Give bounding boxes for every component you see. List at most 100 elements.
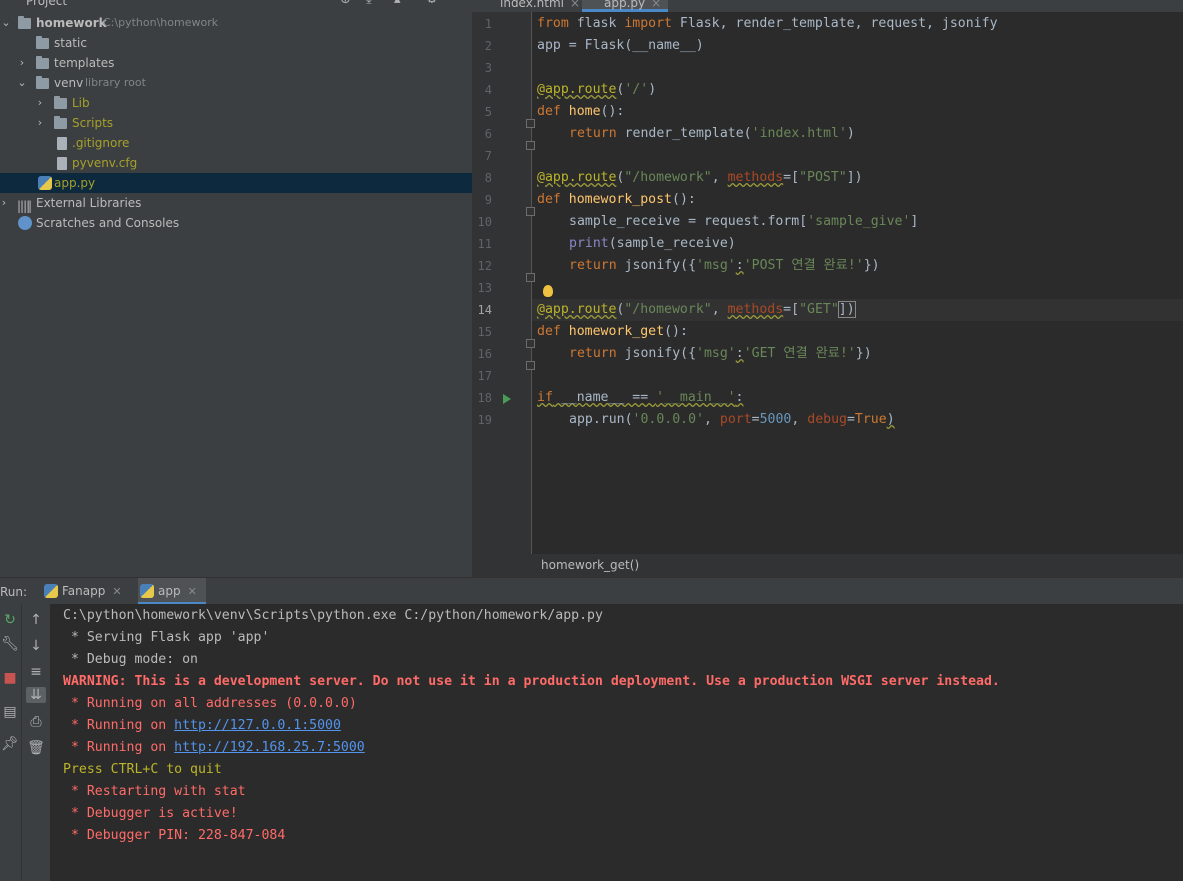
rerun-icon[interactable]: ↻: [0, 612, 20, 628]
tree-item-app-py[interactable]: app.py: [0, 173, 472, 193]
line-number: 18: [477, 391, 492, 405]
code-line-19: app.run('0.0.0.0', port=5000, debug=True…: [569, 409, 895, 431]
line-number: 10: [477, 215, 492, 229]
close-icon[interactable]: ×: [570, 0, 580, 10]
tree-item-external-libraries[interactable]: › |||‖ External Libraries: [0, 193, 472, 213]
scroll-to-end-icon[interactable]: ⇊: [26, 687, 46, 703]
library-root-hint: library root: [85, 76, 146, 89]
token: homework_get: [568, 324, 665, 339]
arrow-down-icon[interactable]: ↓: [26, 638, 46, 654]
tree-item-lib[interactable]: › Lib: [0, 93, 472, 113]
trash-icon[interactable]: 🗑︎: [26, 740, 46, 756]
code-line-4: @app.route('/'): [537, 79, 656, 101]
fold-icon[interactable]: [526, 273, 535, 282]
tab-index-html[interactable]: index.html ×: [478, 0, 580, 12]
code-editor[interactable]: 1 2 3 4 5 6 7 8 9 10 11 12 13 14 15 16 1…: [472, 12, 1183, 554]
tree-item-pyvenv[interactable]: pyvenv.cfg: [0, 153, 472, 173]
code-line-8: @app.route("/homework", methods=["POST"]…: [537, 167, 863, 189]
fold-icon[interactable]: [526, 339, 535, 348]
line-number: 13: [477, 281, 492, 295]
console-link-localhost[interactable]: http://127.0.0.1:5000: [174, 718, 341, 733]
tab-label: Fanapp: [62, 584, 106, 598]
layout-icon[interactable]: ▤: [0, 704, 20, 720]
tree-item-homework[interactable]: ⌄ homework C:\python\homework: [0, 13, 472, 33]
tab-app-py[interactable]: app.py ×: [582, 0, 668, 12]
chevron-up-icon[interactable]: ▴: [394, 0, 401, 7]
close-icon[interactable]: ×: [651, 0, 661, 10]
lightbulb-icon[interactable]: [543, 285, 553, 297]
token: @app.route: [537, 302, 617, 317]
chevron-down-icon[interactable]: ⌄: [0, 13, 12, 33]
code-line-2: app = Flask(__name__): [537, 38, 704, 53]
token: @app.route: [537, 82, 617, 97]
token: =: [751, 412, 760, 427]
editor-breadcrumb: homework_get(): [472, 554, 1183, 577]
python-file-icon: [38, 176, 52, 190]
close-icon[interactable]: ✕: [188, 585, 197, 598]
arrow-up-icon[interactable]: ↑: [26, 612, 46, 628]
tree-item-gitignore[interactable]: .gitignore: [0, 133, 472, 153]
chevron-right-icon[interactable]: ›: [34, 93, 46, 113]
tree-item-templates[interactable]: › templates: [0, 53, 472, 73]
token: jsonify({: [616, 346, 697, 361]
token: '0.0.0.0': [632, 412, 704, 427]
soft-wrap-icon[interactable]: ≡: [26, 664, 46, 680]
wrench-icon[interactable]: 🔧︎: [0, 636, 20, 652]
token: def: [537, 324, 561, 339]
fold-icon[interactable]: [526, 361, 535, 370]
console-line: Press CTRL+C to quit: [63, 762, 222, 777]
tree-item-venv[interactable]: ⌄ venv library root: [0, 73, 472, 93]
token: def: [537, 104, 561, 119]
stop-icon[interactable]: ■: [0, 670, 20, 686]
console-text: * Running on: [63, 740, 175, 755]
code-line-18: if __name__ == '__main__':: [537, 387, 743, 409]
code-line-10: sample_receive = request.form['sample_gi…: [569, 211, 918, 233]
token: ]: [910, 214, 919, 229]
fold-icon[interactable]: [526, 207, 535, 216]
token: return: [569, 126, 617, 141]
chevron-down-icon[interactable]: ⌄: [16, 73, 28, 93]
token: jsonify({: [616, 258, 697, 273]
close-icon[interactable]: ✕: [112, 585, 121, 598]
run-tab-fanapp[interactable]: Fanapp ✕: [42, 578, 124, 605]
console-line: * Running on http://127.0.0.1:5000: [63, 715, 341, 737]
token: homework_post: [568, 192, 672, 207]
token: ): [846, 126, 855, 141]
target-icon[interactable]: ⊕: [340, 0, 351, 7]
code-line-12: return jsonify({'msg':'POST 연결 완료!'}): [569, 255, 880, 277]
tree-item-label: venv: [54, 76, 84, 90]
tab-label: app: [158, 584, 181, 598]
gear-icon[interactable]: ⚙: [426, 0, 438, 7]
line-number: 11: [477, 237, 492, 251]
collapse-all-icon[interactable]: ⤓: [366, 0, 372, 7]
chevron-right-icon[interactable]: ›: [16, 53, 28, 73]
token: 'GET 연결 완료!': [743, 346, 856, 361]
tree-item-scripts[interactable]: › Scripts: [0, 113, 472, 133]
project-title[interactable]: Project: [26, 0, 67, 8]
line-number: 8: [484, 171, 492, 185]
line-number: 14: [477, 303, 492, 317]
run-console[interactable]: C:\python\homework\venv\Scripts\python.e…: [50, 604, 1183, 881]
file-icon: [57, 137, 67, 150]
token: =: [846, 412, 855, 427]
console-link-lan[interactable]: http://192.168.25.7:5000: [174, 740, 365, 755]
chevron-right-icon[interactable]: ›: [34, 113, 46, 133]
console-line: * Running on http://192.168.25.7:5000: [63, 737, 365, 759]
chevron-right-icon[interactable]: ›: [0, 193, 10, 213]
tree-item-scratches[interactable]: Scratches and Consoles: [0, 213, 472, 233]
line-number: 12: [477, 259, 492, 273]
token: ():: [600, 104, 625, 119]
run-gutter-icon[interactable]: [503, 394, 511, 404]
tree-item-static[interactable]: static: [0, 33, 472, 53]
print-icon[interactable]: ⎙: [26, 714, 46, 730]
tree-item-label: External Libraries: [36, 196, 142, 210]
run-tab-app[interactable]: app ✕: [138, 578, 206, 605]
fold-icon[interactable]: [526, 119, 535, 128]
token: '/': [624, 82, 649, 97]
breadcrumb-item[interactable]: homework_get(): [541, 558, 639, 572]
pin-icon[interactable]: 📌︎: [0, 736, 20, 752]
fold-icon[interactable]: [526, 141, 535, 150]
token: 'POST 연결 완료!': [743, 258, 864, 273]
token: if: [537, 390, 553, 405]
